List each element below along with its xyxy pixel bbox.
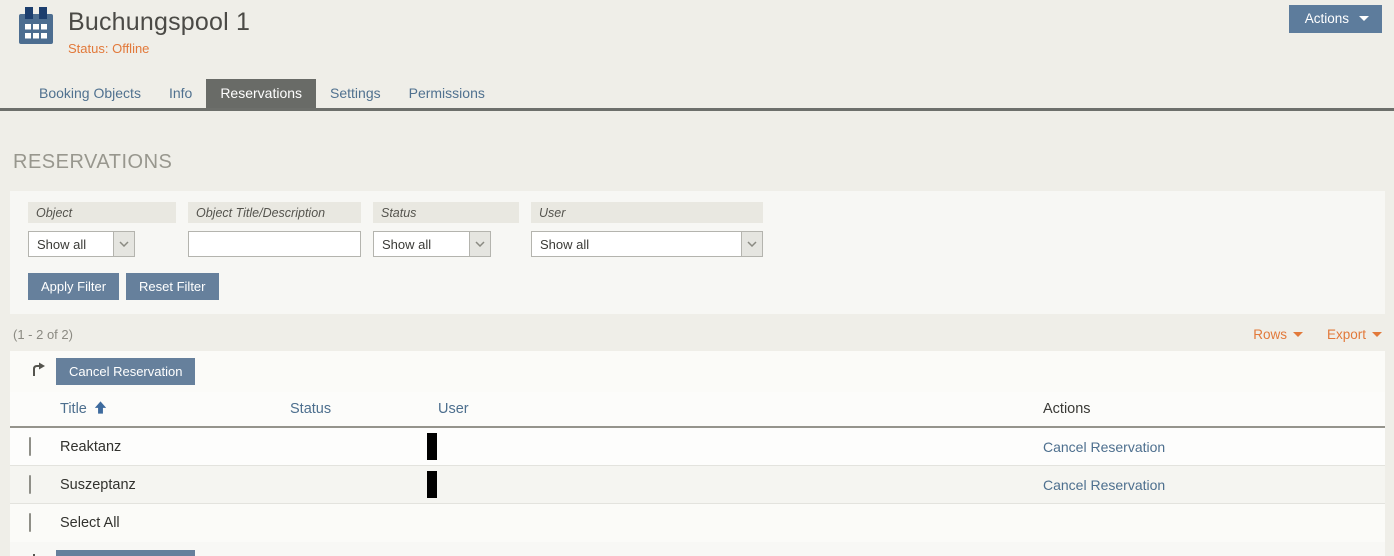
select-all-label: Select All xyxy=(60,515,290,531)
status-filter-select[interactable]: Show all xyxy=(373,231,491,257)
export-dropdown[interactable]: Export xyxy=(1327,327,1382,342)
corner-arrow-up-icon xyxy=(29,360,47,383)
chevron-down-icon xyxy=(469,232,490,256)
column-header-title[interactable]: Title xyxy=(60,400,290,419)
caret-down-icon xyxy=(1359,16,1369,21)
page: Buchungspool 1 Status: Offline Actions B… xyxy=(0,0,1394,556)
object-filter-select[interactable]: Show all xyxy=(28,231,135,257)
header: Buchungspool 1 Status: Offline Actions xyxy=(0,0,1394,62)
section-title: RESERVATIONS xyxy=(13,151,1394,174)
export-label: Export xyxy=(1327,327,1366,342)
user-filter-select[interactable]: Show all xyxy=(531,231,763,257)
filter-field-object: Object Show all xyxy=(28,202,176,257)
sort-ascending-icon xyxy=(94,400,107,419)
status-filter-value: Show all xyxy=(374,232,469,256)
cancel-reservation-link[interactable]: Cancel Reservation xyxy=(1043,477,1385,493)
tab-bar: Booking Objects Info Reservations Settin… xyxy=(0,79,1394,111)
actions-button[interactable]: Actions xyxy=(1289,5,1382,33)
tab-info[interactable]: Info xyxy=(155,79,206,108)
row-checkbox[interactable] xyxy=(29,437,31,456)
status-text: Status: Offline xyxy=(68,41,250,56)
cancel-reservation-link[interactable]: Cancel Reservation xyxy=(1043,439,1385,455)
object-title-filter-input[interactable] xyxy=(188,231,361,257)
tab-reservations[interactable]: Reservations xyxy=(206,79,316,108)
tab-permissions[interactable]: Permissions xyxy=(395,79,499,108)
pagination-range: (1 - 2 of 2) xyxy=(13,327,73,342)
row-checkbox[interactable] xyxy=(29,475,31,494)
object-filter-value: Show all xyxy=(29,232,113,256)
filter-label-title-description: Object Title/Description xyxy=(188,202,361,223)
calendar-icon xyxy=(16,6,56,53)
tab-booking-objects[interactable]: Booking Objects xyxy=(25,79,155,108)
bulk-actions-top: Cancel Reservation xyxy=(10,351,1385,392)
reservations-table: Cancel Reservation Title Status User Act… xyxy=(10,351,1385,556)
table-row: Reaktanz Cancel Reservation xyxy=(10,428,1385,466)
filter-field-user: User Show all xyxy=(531,202,763,257)
table-header-row: Title Status User Actions xyxy=(10,392,1385,428)
redacted-user-value xyxy=(427,471,437,498)
corner-arrow-down-icon xyxy=(29,552,47,556)
cancel-reservation-button-bottom[interactable]: Cancel Reservation xyxy=(56,550,195,556)
actions-button-label: Actions xyxy=(1305,11,1349,26)
row-title: Suszeptanz xyxy=(60,477,290,493)
column-header-actions: Actions xyxy=(1043,401,1385,417)
select-all-checkbox[interactable] xyxy=(29,513,31,532)
bulk-actions-bottom: Cancel Reservation xyxy=(10,542,1385,556)
tab-settings[interactable]: Settings xyxy=(316,79,395,108)
filter-panel: Object Show all Object Title/Description… xyxy=(10,191,1385,314)
list-toolbar: (1 - 2 of 2) Rows Export xyxy=(13,327,1382,342)
caret-down-icon xyxy=(1293,332,1303,337)
column-header-user[interactable]: User xyxy=(438,401,1043,417)
table-row: Suszeptanz Cancel Reservation xyxy=(10,466,1385,504)
filter-field-status: Status Show all xyxy=(373,202,519,257)
caret-down-icon xyxy=(1372,332,1382,337)
column-header-status[interactable]: Status xyxy=(290,401,438,417)
page-title: Buchungspool 1 xyxy=(68,8,250,37)
user-filter-value: Show all xyxy=(532,232,741,256)
filter-label-status: Status xyxy=(373,202,519,223)
row-title: Reaktanz xyxy=(60,439,290,455)
filter-label-user: User xyxy=(531,202,763,223)
rows-dropdown[interactable]: Rows xyxy=(1253,327,1303,342)
rows-label: Rows xyxy=(1253,327,1287,342)
apply-filter-button[interactable]: Apply Filter xyxy=(28,273,119,300)
cancel-reservation-button-top[interactable]: Cancel Reservation xyxy=(56,358,195,385)
chevron-down-icon xyxy=(741,232,762,256)
select-all-row: Select All xyxy=(10,504,1385,542)
column-title-label: Title xyxy=(60,401,87,417)
reset-filter-button[interactable]: Reset Filter xyxy=(126,273,218,300)
redacted-user-value xyxy=(427,433,437,460)
chevron-down-icon xyxy=(113,232,134,256)
filter-field-title-description: Object Title/Description xyxy=(188,202,361,257)
filter-label-object: Object xyxy=(28,202,176,223)
